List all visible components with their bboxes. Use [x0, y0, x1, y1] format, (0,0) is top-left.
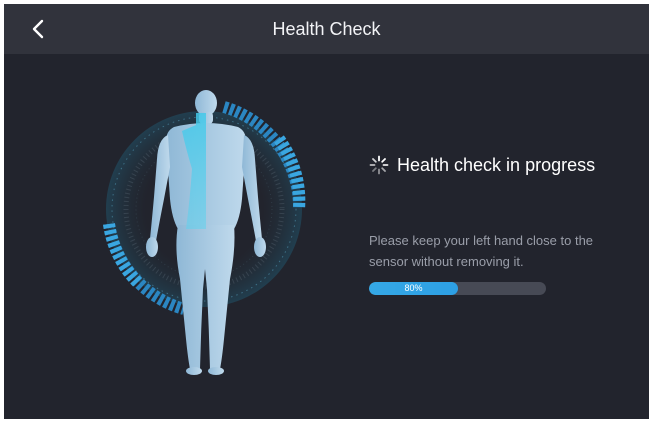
page-title: Health Check — [272, 19, 381, 39]
top-bar: Health Check — [4, 4, 649, 54]
loading-spinner-icon — [369, 155, 389, 175]
human-body-scan-illustration — [94, 79, 314, 379]
human-body-scan-icon — [103, 90, 306, 375]
status-row: Health check in progress — [369, 152, 595, 178]
progress-label: 80% — [404, 283, 423, 293]
progress-bar: 80% — [369, 282, 546, 295]
app-screen: Health Check Health check in progress Pl… — [4, 4, 649, 419]
status-text: Health check in progress — [397, 154, 596, 175]
instruction-text: Please keep your left hand close to the … — [369, 233, 594, 269]
